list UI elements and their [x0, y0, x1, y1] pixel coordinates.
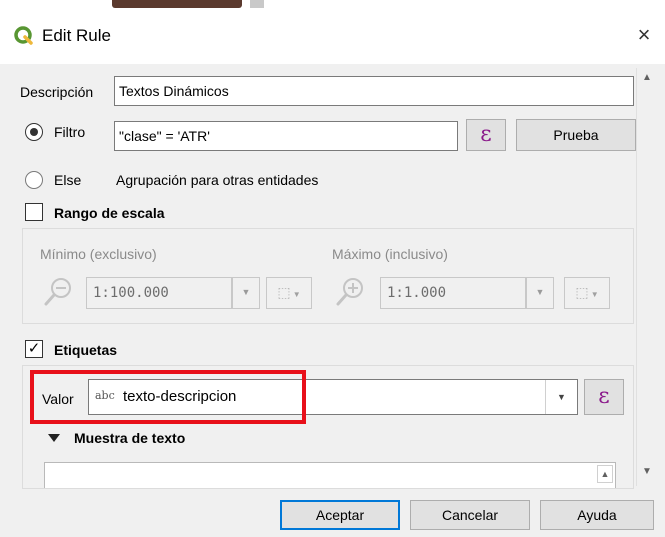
zoom-in-icon	[336, 278, 363, 306]
background-window-remnant	[0, 0, 665, 10]
else-label: Else	[54, 172, 82, 188]
maximo-scale-field[interactable]: 1:1.000	[380, 277, 526, 309]
etiquetas-label: Etiquetas	[54, 342, 118, 358]
maximo-label: Máximo (inclusivo)	[332, 246, 448, 262]
muestra-texto-label: Muestra de texto	[74, 430, 186, 446]
filtro-radio[interactable]	[25, 123, 43, 141]
minimo-dropdown-icon[interactable]: ▼	[232, 277, 260, 309]
valor-dropdown-icon[interactable]: ▼	[545, 380, 577, 414]
rango-escala-group	[22, 228, 634, 324]
etiquetas-checkbox[interactable]: ✓	[25, 340, 43, 358]
filtro-expression-field[interactable]: "clase" = 'ATR'	[114, 121, 458, 151]
descripcion-field[interactable]: Textos Dinámicos	[114, 76, 634, 106]
close-icon[interactable]: ×	[628, 20, 660, 52]
rango-escala-label: Rango de escala	[54, 205, 165, 221]
else-description: Agrupación para otras entidades	[116, 172, 319, 188]
sample-scroll-up-icon[interactable]: ▲	[597, 465, 613, 483]
map-canvas-scale-icon[interactable]: ⬚ ▼	[564, 277, 610, 309]
else-radio[interactable]	[25, 171, 43, 189]
background-chip	[250, 0, 264, 8]
map-canvas-scale-icon[interactable]: ⬚ ▼	[266, 277, 312, 309]
minimo-scale-field[interactable]: 1:100.000	[86, 277, 232, 309]
descripcion-label: Descripción	[20, 84, 94, 100]
scroll-up-icon[interactable]: ▲	[637, 72, 657, 88]
valor-expression-button[interactable]: ε	[584, 379, 624, 415]
filtro-label: Filtro	[54, 124, 86, 140]
prueba-button[interactable]: Prueba	[516, 119, 636, 151]
scroll-down-icon[interactable]: ▼	[637, 466, 657, 482]
maximo-dropdown-icon[interactable]: ▼	[526, 277, 554, 309]
minimo-label: Mínimo (exclusivo)	[40, 246, 157, 262]
aceptar-button[interactable]: Aceptar	[280, 500, 400, 530]
background-chip	[112, 0, 242, 8]
collapse-triangle-icon[interactable]	[48, 434, 60, 442]
vertical-scrollbar[interactable]: ▲ ▼	[636, 68, 656, 486]
cancelar-button[interactable]: Cancelar	[410, 500, 530, 530]
qgis-logo-icon	[14, 26, 33, 45]
highlight-box	[30, 370, 306, 424]
zoom-out-icon	[44, 278, 71, 306]
window-title: Edit Rule	[42, 26, 111, 45]
rango-escala-checkbox[interactable]	[25, 203, 43, 221]
filtro-expression-button[interactable]: ε	[466, 119, 506, 151]
muestra-texto-area[interactable]: ▲	[44, 462, 616, 488]
ayuda-button[interactable]: Ayuda	[540, 500, 654, 530]
